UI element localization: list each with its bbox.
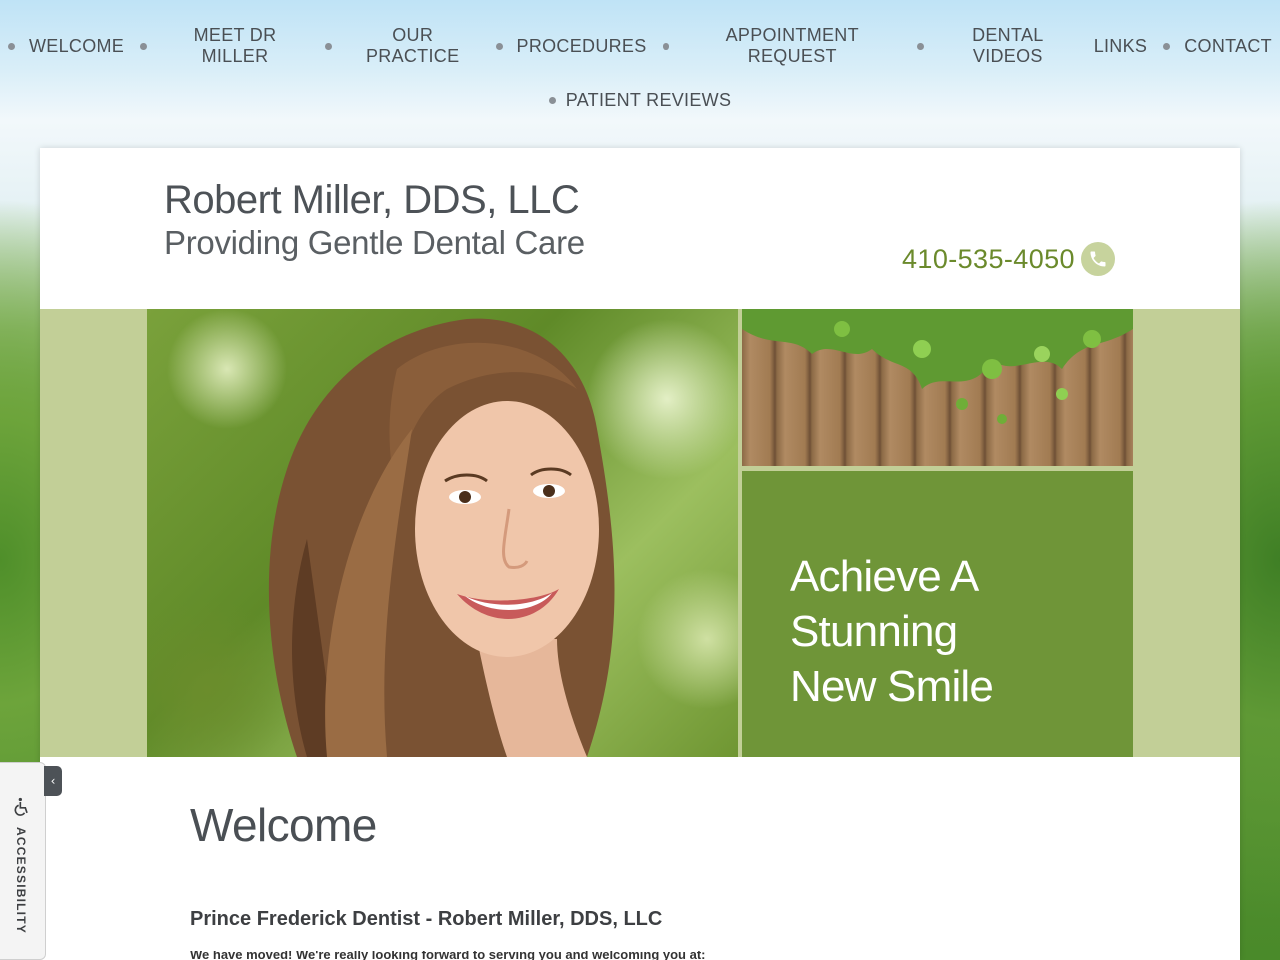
nav-item-label: MEET DR MILLER — [193, 25, 277, 66]
intro-text: We have moved! We're really looking forw… — [190, 951, 1090, 960]
page-subheading: Prince Frederick Dentist - Robert Miller… — [190, 908, 663, 930]
hero-banner: Achieve A Stunning New Smile — [40, 309, 1240, 757]
smiling-woman-illustration — [268, 318, 615, 757]
content-panel: Robert Miller, DDS, LLC Providing Gentle… — [40, 148, 1240, 960]
hero-tagline-box: Achieve A Stunning New Smile — [742, 471, 1133, 757]
hero-tagline-line: Achieve A — [790, 552, 979, 601]
nav-bullet — [325, 42, 332, 50]
wheelchair-icon — [14, 797, 28, 816]
nav-item-links[interactable]: LINKS — [1086, 32, 1156, 60]
phone-contact[interactable]: 410-535-4050 — [902, 242, 1115, 276]
nav-item-label: WELCOME — [29, 35, 125, 56]
hero-tagline-line: Stunning — [790, 607, 958, 656]
nav-bullet — [495, 42, 503, 50]
smiling-woman-photo — [147, 309, 738, 757]
intro-text-content: We have moved! We're really looking forw… — [190, 951, 706, 960]
nav-item-our-practice[interactable]: OUR PRACTICE — [317, 25, 487, 66]
hero-tagline: Achieve A Stunning New Smile — [790, 549, 1110, 714]
nav-bullet — [548, 96, 556, 104]
nav-item-label: PROCEDURES — [516, 35, 647, 56]
nav-item-contact[interactable]: CONTACT — [1155, 32, 1280, 60]
accessibility-label: ACCESSIBILITY — [14, 827, 28, 934]
accessibility-toggle-button[interactable]: ‹ — [44, 766, 62, 796]
nav-item-label: OUR PRACTICE — [365, 25, 460, 66]
nav-item-label: CONTACT — [1184, 35, 1272, 56]
main-navigation: WELCOME MEET DR MILLER OUR PRACTICE PROC… — [0, 0, 1280, 140]
nav-item-label: APPOINTMENT REQUEST — [725, 25, 859, 66]
nav-bullet — [140, 42, 147, 50]
nav-item-meet-dr-miller[interactable]: MEET DR MILLER — [132, 25, 317, 66]
nav-bullet — [8, 42, 15, 50]
nav-item-dental-videos[interactable]: DENTAL VIDEOS — [909, 25, 1085, 66]
nav-bullet — [662, 42, 670, 50]
phone-number[interactable]: 410-535-4050 — [902, 244, 1075, 275]
practice-name[interactable]: Robert Miller, DDS, LLC — [164, 178, 580, 223]
nav-item-label: PATIENT REVIEWS — [565, 89, 732, 110]
nav-row-primary: WELCOME MEET DR MILLER OUR PRACTICE PROC… — [0, 25, 1280, 66]
chevron-left-icon: ‹ — [50, 774, 56, 788]
nav-item-label: DENTAL VIDEOS — [972, 25, 1044, 66]
nav-bullet — [1163, 42, 1171, 50]
nav-row-secondary: PATIENT REVIEWS — [0, 86, 1280, 114]
nav-item-label: LINKS — [1093, 35, 1148, 56]
nav-item-welcome[interactable]: WELCOME — [0, 32, 132, 60]
ivy-illustration — [742, 309, 1133, 424]
accessibility-widget[interactable]: ACCESSIBILITY — [0, 762, 46, 960]
nav-item-procedures[interactable]: PROCEDURES — [488, 32, 655, 60]
nav-item-appointment-request[interactable]: APPOINTMENT REQUEST — [655, 25, 910, 66]
phone-icon[interactable] — [1080, 242, 1115, 276]
nav-bullet — [917, 42, 924, 50]
practice-tagline: Providing Gentle Dental Care — [164, 224, 585, 261]
hero-tagline-line: New Smile — [790, 662, 994, 711]
page-title: Welcome — [190, 799, 377, 851]
nav-item-patient-reviews[interactable]: PATIENT REVIEWS — [541, 86, 740, 114]
wooden-fence-with-ivy-image — [742, 309, 1133, 466]
